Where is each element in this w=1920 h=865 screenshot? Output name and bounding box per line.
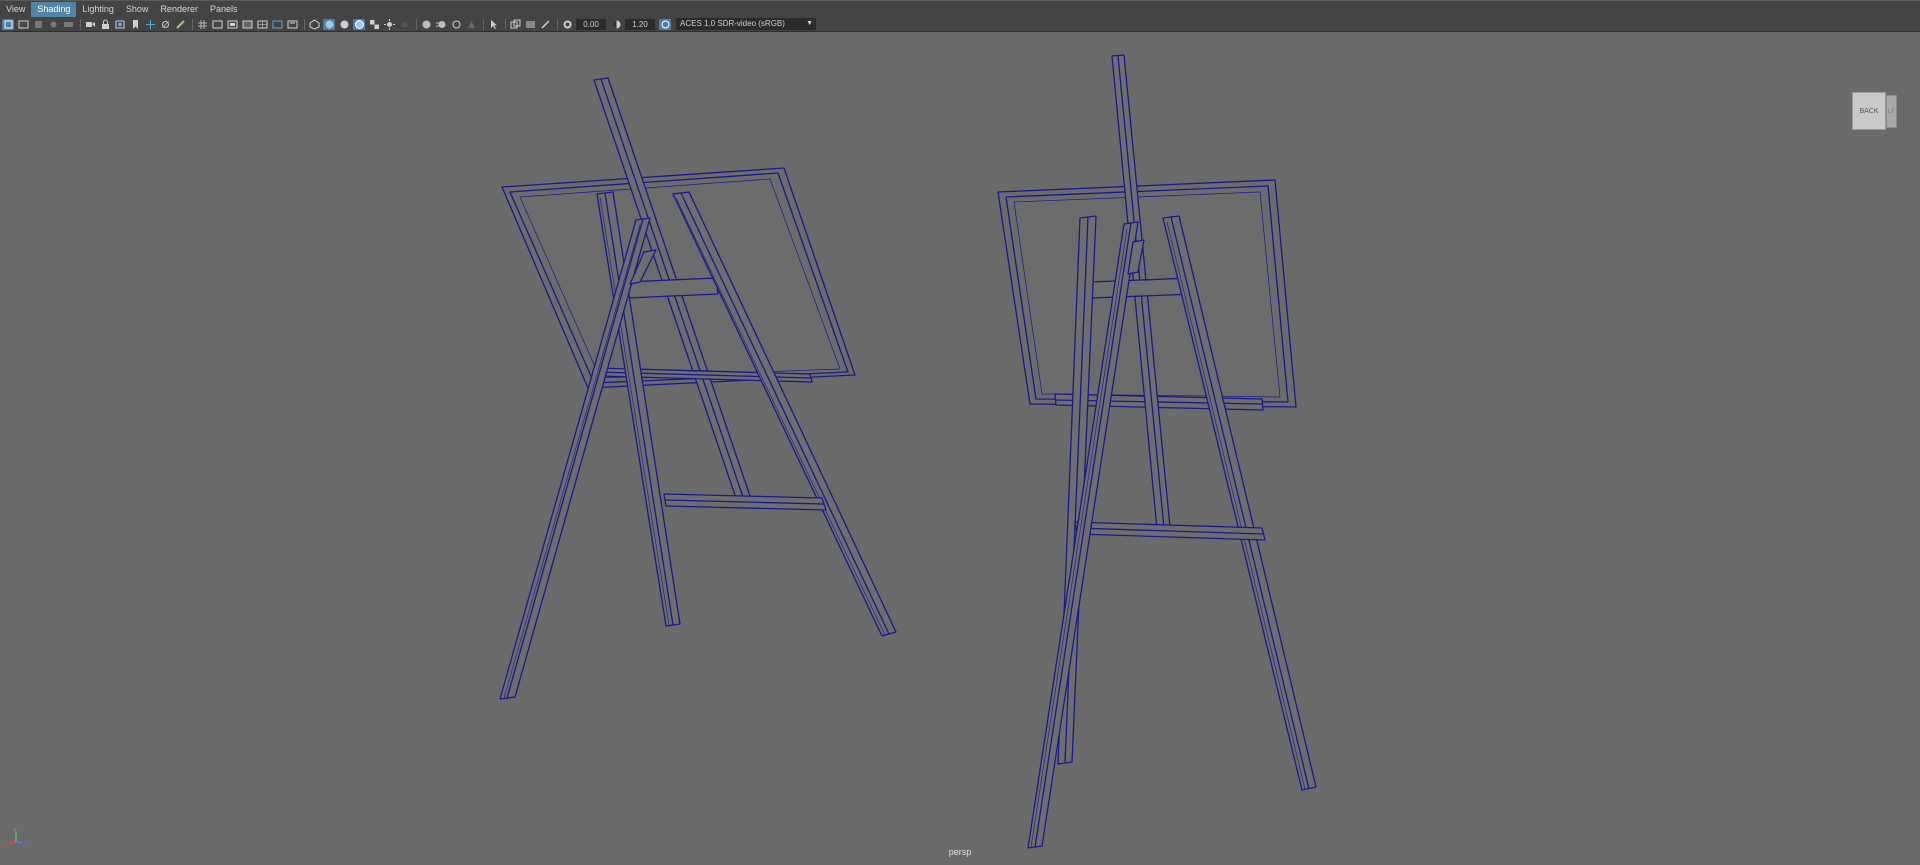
view-cube[interactable]: BACK LF	[1852, 92, 1898, 132]
menu-show[interactable]: Show	[120, 2, 155, 17]
gate-mask-icon[interactable]	[241, 19, 253, 30]
exposure-field[interactable]	[576, 18, 606, 30]
axis-gizmo-icon: x y z	[6, 827, 26, 848]
toolbar-divider	[304, 18, 305, 30]
viewport-3d[interactable]: BACK LF	[0, 32, 1920, 865]
resolution-gate-icon[interactable]	[226, 19, 238, 30]
lock-camera-icon[interactable]	[99, 19, 111, 30]
grid-icon[interactable]	[196, 19, 208, 30]
chevron-down-icon: ▼	[806, 20, 813, 27]
bookmark-icon[interactable]	[32, 19, 44, 30]
field-chart-icon[interactable]	[256, 19, 268, 30]
camera-label: persp	[948, 847, 972, 857]
toolbar-divider	[192, 18, 193, 30]
menu-shading[interactable]: Shading	[31, 1, 77, 17]
smooth-shade-icon[interactable]	[323, 18, 335, 30]
gamma-icon[interactable]	[610, 19, 622, 30]
toolbar-divider	[505, 18, 506, 30]
menu-renderer[interactable]: Renderer	[154, 2, 204, 17]
easel-left	[499, 77, 897, 700]
gamma-field[interactable]	[625, 18, 655, 30]
toolbar-divider	[80, 18, 81, 30]
shadows-icon[interactable]	[398, 19, 410, 30]
safe-title-icon[interactable]	[286, 19, 298, 30]
color-management-value: ACES 1.0 SDR-video (sRGB)	[680, 19, 785, 28]
camera-attributes-icon[interactable]	[17, 19, 29, 30]
grease-pencil-icon[interactable]	[174, 19, 186, 30]
wireframe-on-shaded-icon[interactable]	[353, 18, 365, 30]
panel-toolbar: ACES 1.0 SDR-video (sRGB) ▼	[0, 17, 1920, 32]
isolate-select-icon[interactable]	[509, 19, 521, 30]
ambient-occlusion-icon[interactable]	[420, 19, 432, 30]
select-camera-icon[interactable]	[2, 18, 14, 30]
wireframe-icon[interactable]	[308, 18, 320, 30]
toolbar-divider	[416, 18, 417, 30]
bookmark-flag-icon[interactable]	[129, 19, 141, 30]
motion-blur-icon[interactable]	[435, 19, 447, 30]
easel-right	[997, 54, 1317, 849]
pan-zoom-icon[interactable]	[159, 19, 171, 30]
anti-aliasing-icon[interactable]	[450, 19, 462, 30]
film-gate-toggle-icon[interactable]	[211, 19, 223, 30]
color-management-dropdown[interactable]: ACES 1.0 SDR-video (sRGB) ▼	[676, 18, 816, 30]
view-transform-icon[interactable]	[659, 18, 671, 30]
exposure-icon[interactable]	[561, 19, 573, 30]
default-material-icon[interactable]	[338, 19, 350, 30]
xray-joints-icon[interactable]	[539, 19, 551, 30]
image-plane-icon[interactable]	[47, 19, 59, 30]
menu-bar: View Shading Lighting Show Renderer Pane…	[0, 0, 1920, 17]
toolbar-divider	[483, 18, 484, 30]
view-cube-face-back[interactable]: BACK	[1852, 92, 1886, 130]
menu-panels[interactable]: Panels	[204, 2, 244, 17]
safe-action-icon[interactable]	[271, 19, 283, 30]
lights-icon[interactable]	[383, 18, 395, 30]
camera-bookmark-icon[interactable]	[114, 19, 126, 30]
select-tool-icon[interactable]	[487, 19, 499, 30]
scene-wireframe	[499, 54, 1317, 849]
textured-icon[interactable]	[368, 19, 380, 30]
xray-icon[interactable]	[524, 19, 536, 30]
camera-icon[interactable]	[84, 19, 96, 30]
menu-lighting[interactable]: Lighting	[76, 2, 120, 17]
film-gate-icon[interactable]	[62, 19, 74, 30]
toolbar-divider	[557, 18, 558, 30]
depth-of-field-icon[interactable]	[465, 19, 477, 30]
menu-view[interactable]: View	[0, 2, 31, 17]
view-cube-face-side[interactable]: LF	[1886, 95, 1897, 128]
move-tool-icon[interactable]	[144, 19, 156, 30]
